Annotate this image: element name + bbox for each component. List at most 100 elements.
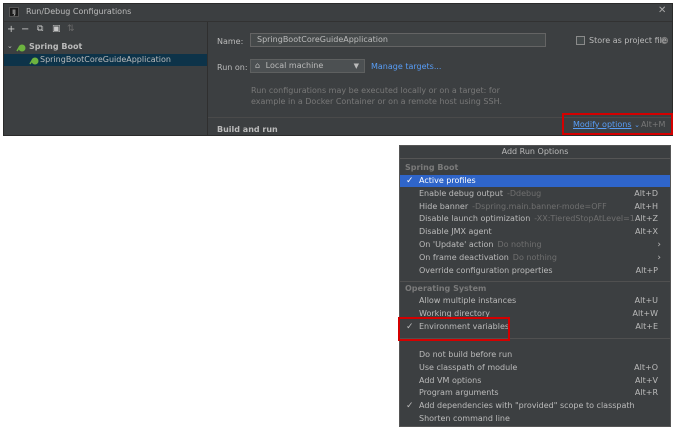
menu-item-shortcut: Alt+Z xyxy=(634,214,658,224)
menu-item-text: Shorten command line xyxy=(419,414,510,423)
modify-options-link[interactable]: Modify options ⌄ xyxy=(573,120,640,129)
configurations-tree-pane: + − ⧉ ▣ ⇅ ⌄ Spring Boot SpringBootCoreGu… xyxy=(4,22,208,135)
menu-item-label: Program arguments xyxy=(419,387,499,399)
menu-item-text: Override configuration properties xyxy=(419,265,553,275)
menu-item-label: On frame deactivation Do nothing xyxy=(419,252,557,264)
manage-targets-link[interactable]: Manage targets... xyxy=(371,62,441,71)
run-on-select[interactable]: ⌂ Local machine ▼ xyxy=(250,59,365,73)
menu-item-shortcut: Alt+R xyxy=(634,388,658,398)
submenu-arrow-icon: › xyxy=(657,240,661,250)
title-bar: IJ Run/Debug Configurations ✕ xyxy=(4,4,672,22)
menu-item-shortcut: Alt+D xyxy=(634,188,658,198)
window-title: Run/Debug Configurations xyxy=(26,7,132,16)
menu-item-label: Shorten command line xyxy=(419,413,510,425)
chevron-down-icon[interactable]: ⌄ xyxy=(7,42,13,50)
store-as-project-file-checkbox[interactable] xyxy=(576,36,585,45)
menu-item-disable-launch-optimization[interactable]: Disable launch optimization -XX:TieredSto… xyxy=(400,213,670,225)
add-configuration-icon[interactable]: + xyxy=(7,24,15,35)
tree-label: SpringBootCoreGuideApplication xyxy=(40,55,171,64)
spring-boot-icon xyxy=(16,44,26,52)
menu-item-label: Enable debug output -Ddebug xyxy=(419,188,541,200)
help-line: Run configurations may be executed local… xyxy=(251,86,500,95)
divider xyxy=(400,281,670,282)
modify-options-label[interactable]: Modify options xyxy=(573,120,632,129)
submenu-arrow-icon: › xyxy=(657,252,661,263)
menu-item-hide-banner[interactable]: Hide banner -Dspring.main.banner-mode=OFF… xyxy=(400,201,670,213)
menu-item-hint: -Ddebug xyxy=(506,188,542,198)
menu-item-active-profiles[interactable]: ✓ Active profiles xyxy=(400,175,670,187)
menu-item-text: Use classpath of module xyxy=(419,362,518,372)
store-as-project-file-label[interactable]: Store as project file xyxy=(589,36,667,45)
checkmark-icon: ✓ xyxy=(406,176,414,186)
menu-item-disable-jmx-agent[interactable]: Disable JMX agent Alt+X xyxy=(400,226,670,238)
chevron-down-icon: ⌄ xyxy=(634,121,640,129)
sort-icon[interactable]: ⇅ xyxy=(67,24,75,34)
menu-item-label: Hide banner -Dspring.main.banner-mode=OFF xyxy=(419,201,607,213)
menu-item-override-configuration-properties[interactable]: Override configuration properties Alt+P xyxy=(400,265,670,277)
folder-icon[interactable]: ▣ xyxy=(52,24,61,34)
name-label: Name: xyxy=(217,37,244,46)
menu-item-hint: -XX:TieredStopAtLevel=1 xyxy=(534,214,635,224)
intellij-app-icon: IJ xyxy=(9,7,19,17)
menu-item-text: Do not build before run xyxy=(419,350,513,359)
close-icon[interactable]: ✕ xyxy=(658,5,666,16)
highlight-box-environment-variables xyxy=(398,317,510,341)
menu-item-enable-debug-output[interactable]: Enable debug output -Ddebug Alt+D xyxy=(400,188,670,200)
tree-item-springbootcoreguideapplication[interactable]: SpringBootCoreGuideApplication xyxy=(4,54,207,66)
menu-item-program-arguments[interactable]: Program arguments Alt+R xyxy=(400,387,670,399)
remove-configuration-icon[interactable]: − xyxy=(21,24,29,35)
menu-item-shortcut: Alt+V xyxy=(634,375,658,385)
menu-item-add-vm-options[interactable]: Add VM options Alt+V xyxy=(400,375,670,387)
menu-item-label: Do not build before run xyxy=(419,349,512,361)
menu-item-text: Allow multiple instances xyxy=(419,296,517,305)
menu-item-text: Disable launch optimization xyxy=(419,214,531,224)
menu-item-shortcut: Alt+W xyxy=(632,308,658,318)
menu-item-text: Disable JMX agent xyxy=(419,227,492,237)
tree-label: Spring Boot xyxy=(29,42,83,51)
dropdown-arrow-icon: ▼ xyxy=(353,62,359,70)
menu-item-text: On frame deactivation xyxy=(419,252,509,262)
menu-item-label: Active profiles xyxy=(419,175,476,187)
menu-item-text: Active profiles xyxy=(419,176,476,185)
menu-item-do-not-build-before-run[interactable]: Do not build before run xyxy=(400,349,670,361)
section-spring-boot: Spring Boot xyxy=(405,163,459,172)
menu-item-hint: Do nothing xyxy=(497,240,542,249)
spring-boot-app-icon xyxy=(29,57,39,65)
section-operating-system: Operating System xyxy=(405,284,487,293)
menu-item-shortcut: Alt+O xyxy=(634,362,658,372)
menu-item-label: On 'Update' action Do nothing xyxy=(419,239,542,251)
checkmark-icon: ✓ xyxy=(406,401,414,412)
menu-item-text: Add dependencies with "provided" scope t… xyxy=(419,401,635,411)
menu-item-shortcut: Alt+E xyxy=(635,321,658,331)
add-run-options-popup: Add Run Options Spring Boot Operating Sy… xyxy=(399,145,671,427)
name-input[interactable]: SpringBootCoreGuideApplication xyxy=(250,33,546,47)
menu-item-text: Program arguments xyxy=(419,388,499,398)
menu-item-text: Add VM options xyxy=(419,375,482,385)
menu-item-shortcut: Alt+H xyxy=(634,201,658,211)
run-on-help-text: Run configurations may be executed local… xyxy=(251,85,551,107)
home-icon: ⌂ xyxy=(255,61,261,70)
menu-item-label: Use classpath of module xyxy=(419,362,517,374)
menu-item-on-frame-deactivation[interactable]: On frame deactivation Do nothing › xyxy=(400,252,670,264)
menu-item-shortcut: Alt+X xyxy=(634,227,658,237)
gear-icon[interactable] xyxy=(660,36,669,45)
modify-options-shortcut: Alt+M xyxy=(641,120,666,129)
menu-item-label: Override configuration properties xyxy=(419,265,553,277)
menu-item-shortcut: Alt+U xyxy=(634,296,658,305)
menu-item-add-dependencies-with-provided-scope-to-classpath[interactable]: ✓ Add dependencies with "provided" scope … xyxy=(400,400,670,412)
tree-item-spring-boot[interactable]: ⌄ Spring Boot xyxy=(4,41,207,53)
run-on-value: Local machine xyxy=(265,61,324,70)
menu-item-shorten-command-line[interactable]: Shorten command line xyxy=(400,413,670,425)
menu-item-label: Disable JMX agent xyxy=(419,226,492,238)
menu-item-hint: -Dspring.main.banner-mode=OFF xyxy=(472,201,607,211)
menu-item-text: Hide banner xyxy=(419,201,469,211)
menu-item-text: On 'Update' action xyxy=(419,240,494,249)
copy-configuration-icon[interactable]: ⧉ xyxy=(37,24,43,34)
menu-item-on-update-action[interactable]: On 'Update' action Do nothing › xyxy=(400,239,670,251)
menu-item-label: Disable launch optimization -XX:TieredSto… xyxy=(419,213,635,225)
menu-item-use-classpath-of-module[interactable]: Use classpath of module Alt+O xyxy=(400,362,670,374)
build-and-run-heading: Build and run xyxy=(217,125,278,134)
menu-item-allow-multiple-instances[interactable]: Allow multiple instances Alt+U xyxy=(400,295,670,307)
menu-item-text: Enable debug output xyxy=(419,188,503,198)
menu-item-hint: Do nothing xyxy=(512,252,557,262)
